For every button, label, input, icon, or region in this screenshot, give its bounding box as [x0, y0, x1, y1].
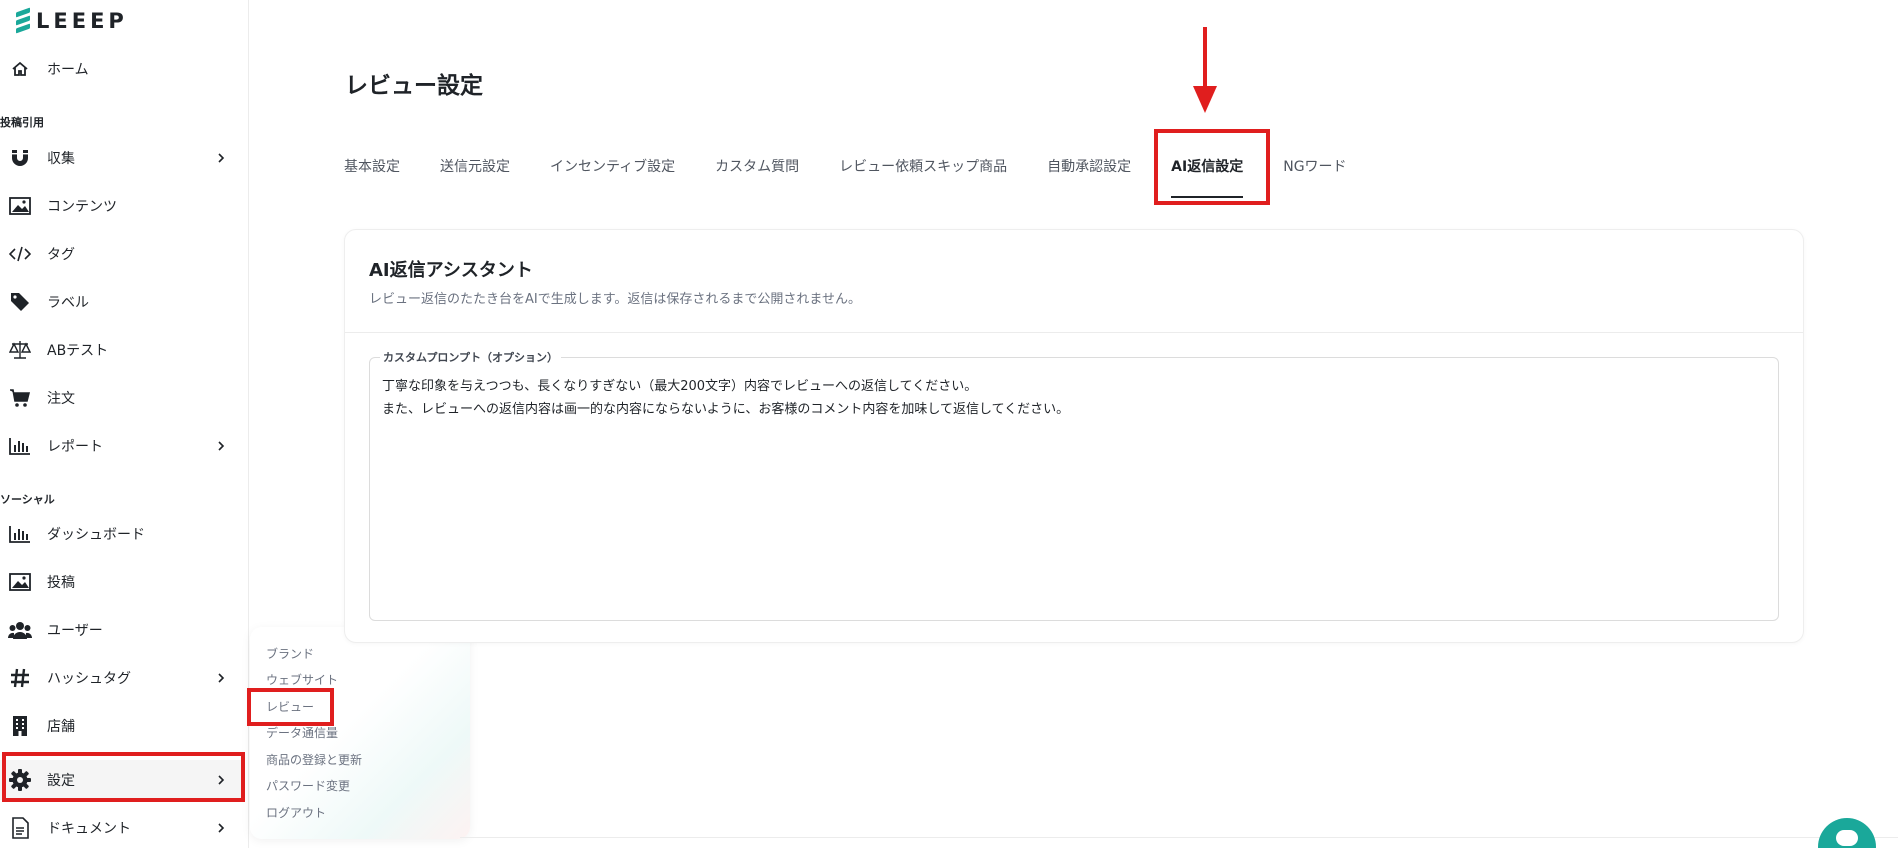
hashtag-icon	[8, 666, 32, 690]
section-label-posts: 投稿引用	[0, 116, 44, 129]
sidebar-item-label: ドキュメント	[47, 821, 131, 837]
card-title: AI返信アシスタント	[369, 260, 533, 281]
sidebar-item-label: 注文	[47, 391, 75, 407]
ai-reply-card: AI返信アシスタント レビュー返信のたたき台をAIで生成します。返信は保存される…	[344, 229, 1804, 643]
arrow-down-icon	[1193, 86, 1217, 113]
sidebar-item-hashtags[interactable]: ハッシュタグ	[0, 658, 244, 698]
sidebar: LEEEP ホーム 投稿引用 収集 コンテンツ タグ ラベル ABテスト 注文 …	[0, 0, 249, 848]
sidebar-item-label: ハッシュタグ	[47, 671, 131, 687]
sidebar-item-tags[interactable]: タグ	[0, 234, 244, 274]
settings-submenu: ブランド ウェブサイト レビュー データ通信量 商品の登録と更新 パスワード変更…	[250, 627, 470, 839]
submenu-item-product-update[interactable]: 商品の登録と更新	[266, 751, 362, 768]
sidebar-item-home[interactable]: ホーム	[0, 49, 244, 89]
chevron-right-icon	[214, 821, 228, 835]
settings-tabs: 基本設定 送信元設定 インセンティブ設定 カスタム質問 レビュー依頼スキップ商品…	[344, 150, 1387, 198]
tab-ai-reply[interactable]: AI返信設定	[1171, 150, 1244, 198]
submenu-item-logout[interactable]: ログアウト	[266, 804, 326, 821]
section-label-social: ソーシャル	[0, 493, 55, 506]
tab-skip-products[interactable]: レビュー依頼スキップ商品	[839, 150, 1007, 190]
sidebar-item-label: ダッシュボード	[47, 527, 145, 543]
code-icon	[8, 242, 32, 266]
custom-prompt-field[interactable]: カスタムプロンプト（オプション） 丁寧な印象を与えつつも、長くなりすぎない（最大…	[369, 349, 1779, 621]
tab-basic[interactable]: 基本設定	[344, 150, 400, 190]
submenu-item-review[interactable]: レビュー	[266, 698, 314, 715]
sidebar-item-label: ABテスト	[47, 343, 109, 359]
chat-button[interactable]	[1818, 818, 1876, 848]
sidebar-item-label: ユーザー	[47, 623, 103, 639]
logo[interactable]: LEEEP	[16, 7, 128, 34]
tag-icon	[8, 290, 32, 314]
tab-sender[interactable]: 送信元設定	[440, 150, 510, 190]
sidebar-item-label: 設定	[47, 773, 75, 789]
sidebar-item-label: 投稿	[47, 575, 75, 591]
scale-icon	[8, 338, 32, 362]
gear-icon	[8, 768, 32, 792]
custom-prompt-textarea[interactable]: 丁寧な印象を与えつつも、長くなりすぎない（最大200文字）内容でレビューへの返信…	[382, 375, 1766, 421]
submenu-item-password[interactable]: パスワード変更	[266, 777, 350, 794]
sidebar-item-label: コンテンツ	[47, 199, 117, 215]
building-icon	[8, 714, 32, 738]
tab-custom-questions[interactable]: カスタム質問	[715, 150, 799, 190]
sidebar-item-ab-test[interactable]: ABテスト	[0, 330, 244, 370]
sidebar-item-contents[interactable]: コンテンツ	[0, 186, 244, 226]
chevron-right-icon	[214, 151, 228, 165]
sidebar-item-label: ホーム	[47, 62, 89, 78]
cart-icon	[8, 386, 32, 410]
annotation-arrow	[1203, 27, 1207, 89]
field-label: カスタムプロンプト（オプション）	[380, 349, 562, 365]
submenu-item-website[interactable]: ウェブサイト	[266, 671, 338, 688]
sidebar-item-reports[interactable]: レポート	[0, 426, 244, 466]
sidebar-item-collect[interactable]: 収集	[0, 138, 244, 178]
divider	[345, 332, 1803, 333]
chevron-right-icon	[214, 671, 228, 685]
sidebar-item-label: ラベル	[47, 295, 89, 311]
home-icon	[8, 57, 32, 81]
sidebar-item-label: タグ	[47, 247, 75, 263]
sidebar-item-label: 店舗	[47, 719, 75, 735]
sidebar-item-settings[interactable]: 設定	[0, 760, 244, 800]
page-title: レビュー設定	[345, 73, 483, 99]
sidebar-item-dashboard[interactable]: ダッシュボード	[0, 514, 244, 554]
chat-icon	[1836, 830, 1858, 846]
sidebar-item-stores[interactable]: 店舗	[0, 706, 244, 746]
chevron-right-icon	[214, 439, 228, 453]
users-icon	[8, 618, 32, 642]
sidebar-item-posts[interactable]: 投稿	[0, 562, 244, 602]
image-icon	[8, 194, 32, 218]
logo-icon	[16, 7, 30, 34]
document-icon	[8, 816, 32, 840]
tab-incentive[interactable]: インセンティブ設定	[550, 150, 675, 190]
sidebar-item-users[interactable]: ユーザー	[0, 610, 244, 650]
chevron-right-icon	[214, 773, 228, 787]
sidebar-item-labels[interactable]: ラベル	[0, 282, 244, 322]
card-description: レビュー返信のたたき台をAIで生成します。返信は保存されるまで公開されません。	[369, 292, 862, 307]
tab-ng-words[interactable]: NGワード	[1283, 150, 1346, 190]
sidebar-item-documents[interactable]: ドキュメント	[0, 808, 244, 848]
bar-chart-icon	[8, 522, 32, 546]
submenu-item-brand[interactable]: ブランド	[266, 645, 314, 662]
magnet-icon	[8, 146, 32, 170]
submenu-item-data-usage[interactable]: データ通信量	[266, 724, 338, 741]
image-icon	[8, 570, 32, 594]
tab-auto-approve[interactable]: 自動承認設定	[1047, 150, 1131, 190]
sidebar-item-orders[interactable]: 注文	[0, 378, 244, 418]
sidebar-item-label: 収集	[47, 151, 75, 167]
sidebar-item-label: レポート	[47, 439, 103, 455]
logo-text: LEEEP	[36, 9, 128, 33]
bar-chart-icon	[8, 434, 32, 458]
divider	[460, 837, 1898, 838]
